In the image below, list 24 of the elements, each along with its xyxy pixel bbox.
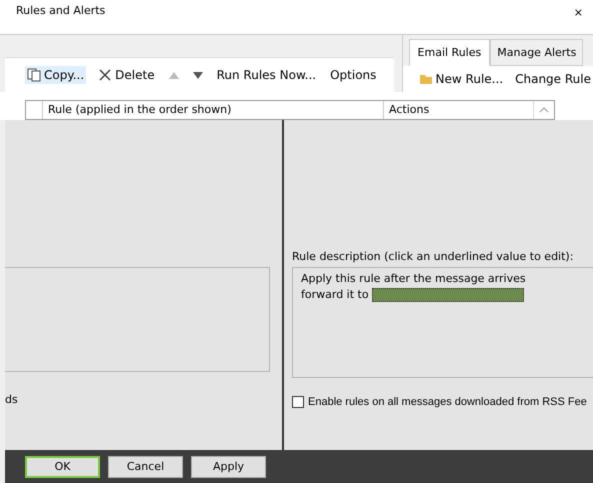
column-header[interactable]: Rule (applied in the order shown) xyxy=(42,101,383,119)
tab[interactable]: Manage Alerts xyxy=(490,39,584,66)
toolbar-button[interactable]: Run Rules Now... xyxy=(214,66,318,84)
folder-icon xyxy=(418,72,433,86)
new-rule-button[interactable]: New Rule... xyxy=(416,70,506,88)
description-line: Apply this rule after the message arrives xyxy=(301,271,527,287)
close-icon[interactable]: × xyxy=(574,4,583,22)
description-label: Rule description (click an underlined value to edit): xyxy=(292,250,574,263)
dialog-button[interactable]: Apply xyxy=(191,456,266,478)
checkbox-label: Enable rules on all messages downloaded from RSS Fee xyxy=(308,396,587,408)
checkbox[interactable] xyxy=(292,396,304,408)
delete-button[interactable]: Delete xyxy=(96,66,157,84)
toolbar-button[interactable]: Options xyxy=(328,66,378,84)
window-title: Rules and Alerts xyxy=(16,4,106,17)
dialog-button[interactable]: Cancel xyxy=(108,456,183,478)
tab[interactable]: Email Rules xyxy=(408,39,490,66)
toolbar-button[interactable]: Change Rule xyxy=(513,70,593,88)
description-line: forward it to xyxy=(301,287,369,303)
delete-icon xyxy=(98,68,112,82)
dialog-button[interactable]: OK xyxy=(25,456,100,478)
column-header[interactable]: Actions xyxy=(383,101,533,119)
copy-icon xyxy=(27,68,41,82)
option-label: ds xyxy=(5,393,19,406)
copy-button[interactable]: Copy... xyxy=(25,66,86,84)
